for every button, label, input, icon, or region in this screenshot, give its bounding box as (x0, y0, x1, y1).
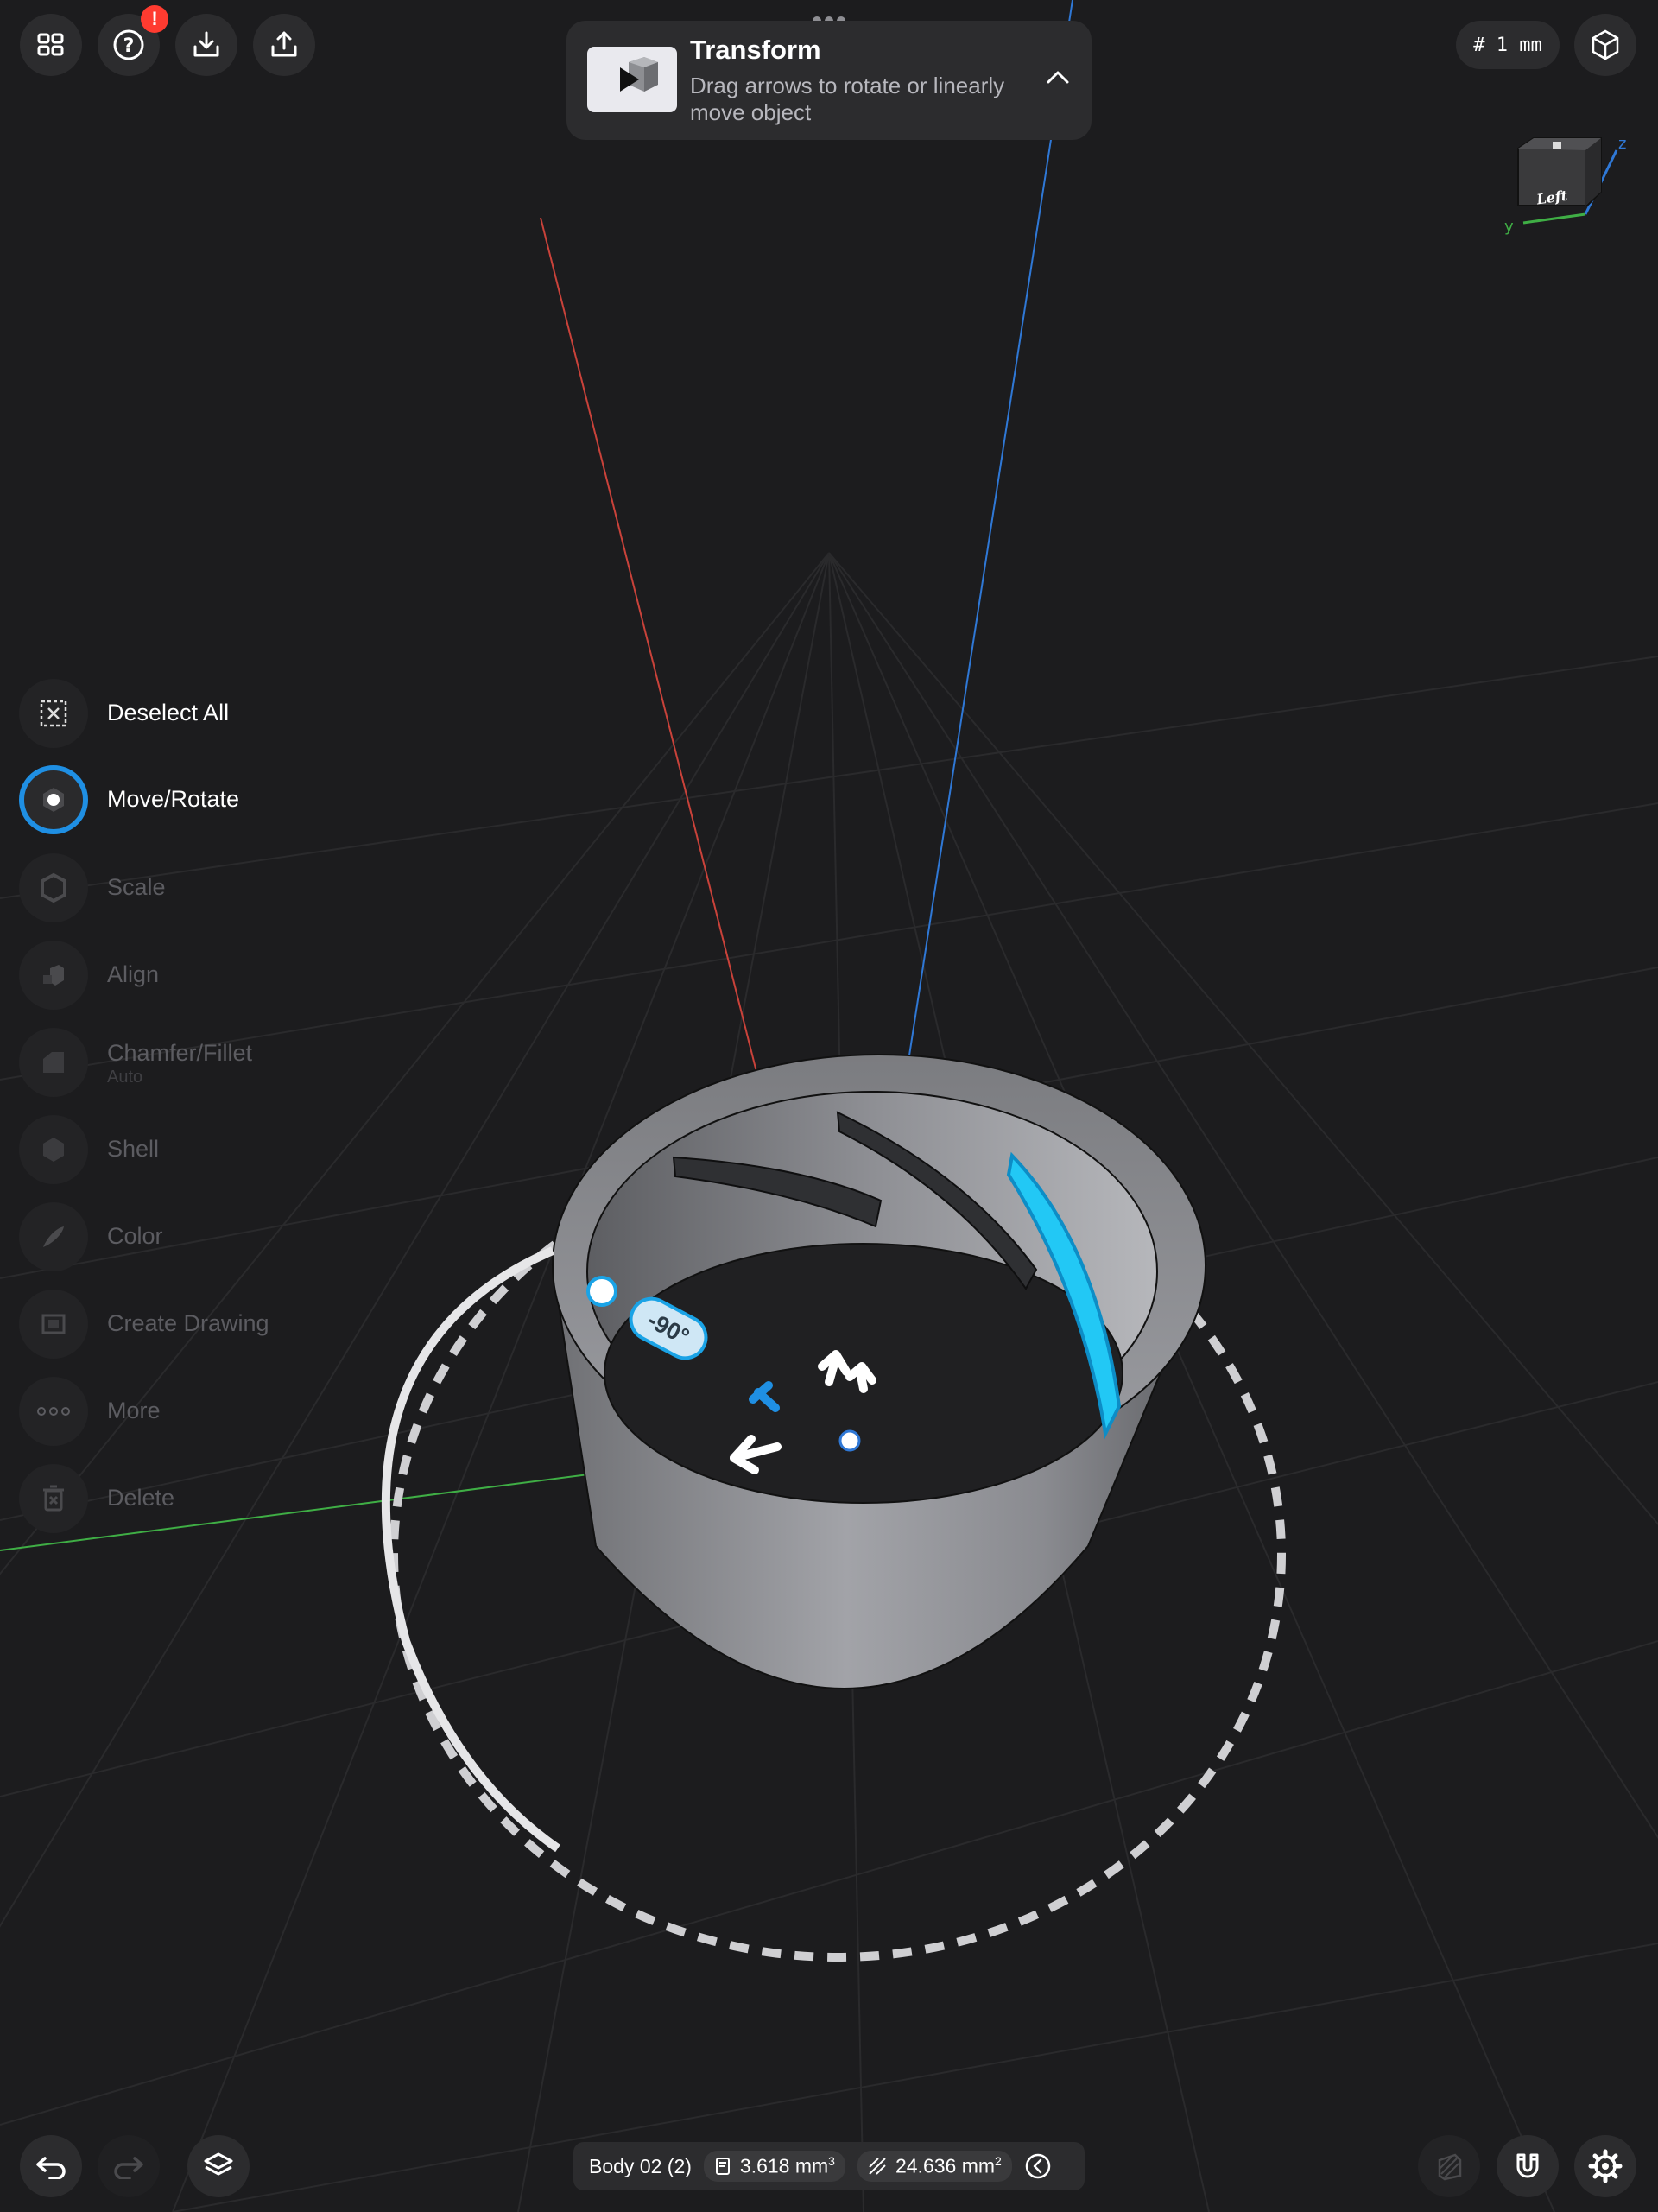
chamfer-icon (43, 1052, 64, 1073)
help-button[interactable]: ? ! (98, 5, 168, 76)
view-cube-z-label: z (1618, 135, 1626, 153)
menu-label: Create Drawing (107, 1310, 269, 1336)
svg-text:?: ? (123, 35, 135, 57)
import-icon (193, 31, 219, 57)
menu-label: Scale (107, 874, 166, 900)
settings-icon (1588, 2149, 1623, 2183)
menu-label: Shell (107, 1136, 160, 1162)
view-mode-button[interactable] (1574, 14, 1636, 76)
menu-sublabel: Auto (107, 1068, 143, 1087)
volume-stat: 3.618 mm3 (703, 2151, 845, 2182)
help-alert-badge: ! (141, 5, 168, 33)
trash-icon (43, 1485, 64, 1512)
rotation-handle[interactable] (586, 1276, 617, 1307)
deselect-icon (40, 700, 67, 727)
menu-label: More (107, 1398, 161, 1423)
selection-status-bar: Body 02 (2) 3.618 mm3 24.636 mm2 (573, 2142, 1085, 2190)
menu-label: Color (107, 1223, 163, 1249)
volume-icon (715, 2158, 730, 2175)
menu-label: Deselect All (107, 700, 230, 726)
area-icon (869, 2158, 886, 2175)
area-stat: 24.636 mm2 (857, 2151, 1012, 2182)
magnet-icon (1516, 2153, 1539, 2178)
transform-title: Transform (690, 35, 821, 65)
menu-item-move-rotate[interactable]: Move/Rotate (19, 764, 382, 836)
rotation-ring-front[interactable] (381, 1246, 560, 1853)
view-cube[interactable]: Left z y (1499, 130, 1637, 242)
3d-viewport[interactable] (0, 0, 1658, 2212)
cube-view-icon (1592, 29, 1619, 60)
section-view-icon (1438, 2153, 1462, 2181)
area-value: 24.636 mm (895, 2154, 996, 2177)
section-view-button[interactable] (1418, 2135, 1480, 2197)
menu-item-more[interactable]: More (19, 1375, 382, 1448)
export-button[interactable] (253, 14, 315, 76)
volume-unit-power: 3 (828, 2154, 835, 2169)
menu-label: Align (107, 961, 160, 987)
snap-button[interactable] (1497, 2135, 1559, 2197)
view-cube-y-axis (1522, 212, 1586, 225)
menu-label: Move/Rotate (107, 786, 240, 812)
menu-item-shell[interactable]: Shell (19, 1113, 382, 1186)
transform-description: Drag arrows to rotate or linearly move o… (690, 73, 1005, 125)
drawing-icon (41, 1314, 66, 1334)
move-rotate-icon (43, 788, 64, 812)
shell-icon (43, 1138, 64, 1162)
menu-label: Delete (107, 1485, 175, 1511)
layers-button[interactable] (187, 2135, 250, 2197)
volume-value: 3.618 mm (739, 2154, 829, 2177)
chevron-up-icon (1047, 71, 1069, 84)
view-cube-y-label: y (1504, 218, 1514, 236)
scale-icon (41, 872, 66, 903)
menu-item-scale[interactable]: Scale (19, 852, 382, 924)
menu-label: Chamfer/Fillet (107, 1040, 253, 1066)
menu-item-chamfer-fillet[interactable]: Chamfer/Fillet Auto (19, 1026, 382, 1099)
align-icon (43, 965, 64, 986)
collapse-panel-button[interactable] (1036, 55, 1079, 98)
menu-item-create-drawing[interactable]: Create Drawing (19, 1288, 382, 1360)
redo-button[interactable] (98, 2135, 160, 2197)
undo-icon (36, 2157, 66, 2179)
logo-icon (1553, 142, 1561, 149)
transform-panel[interactable]: Transform Drag arrows to rotate or linea… (566, 21, 1092, 140)
import-button[interactable] (175, 14, 237, 76)
more-icon (37, 1407, 70, 1416)
menu-item-delete[interactable]: Delete (19, 1462, 382, 1535)
grid-icon (37, 33, 64, 56)
menu-item-deselect-all[interactable]: Deselect All (19, 677, 382, 750)
chevron-left-circle-icon (1025, 2153, 1051, 2179)
menu-item-align[interactable]: Align (19, 939, 382, 1011)
menu-item-color[interactable]: Color (19, 1201, 382, 1273)
transform-video-thumbnail[interactable] (587, 47, 677, 112)
color-icon (43, 1226, 64, 1247)
collapse-stats-button[interactable] (1022, 2151, 1054, 2182)
share-icon (271, 31, 297, 57)
pivot-point[interactable] (838, 1429, 861, 1452)
area-unit-power: 2 (995, 2154, 1002, 2169)
redo-icon (114, 2157, 143, 2179)
settings-button[interactable] (1574, 2135, 1636, 2197)
undo-button[interactable] (20, 2135, 82, 2197)
grid-size-button[interactable]: # 1 mm (1456, 21, 1560, 69)
body-name: Body 02 (2) (589, 2154, 692, 2177)
help-icon: ? (113, 29, 144, 60)
layers-icon (204, 2152, 233, 2176)
apps-button[interactable] (20, 14, 82, 76)
